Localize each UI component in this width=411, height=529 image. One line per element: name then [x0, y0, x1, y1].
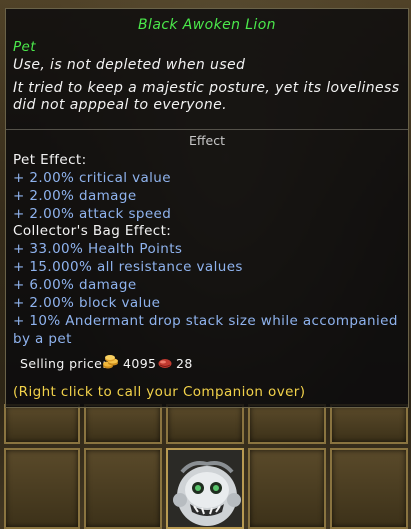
item-description-line2: did not apppeal to everyone.: [13, 97, 228, 113]
companion-hint: (Right click to call your Companion over…: [13, 384, 306, 400]
pet-effect-line: + 2.00% critical value: [13, 170, 171, 186]
black-lion-pet-icon: [168, 450, 242, 527]
item-tooltip: Black Awoken Lion Pet Use, is not deplet…: [5, 8, 409, 408]
bag-effect-line: + 33.00% Health Points: [13, 241, 183, 257]
inventory-slot[interactable]: [248, 404, 326, 444]
pet-effect-header: Pet Effect:: [13, 152, 87, 168]
item-description-line1: It tried to keep a majestic posture, yet…: [13, 80, 400, 96]
bag-effect-line: + 15.000% all resistance values: [13, 259, 243, 275]
effect-header: Effect: [189, 133, 225, 148]
ruby-icon: [158, 359, 172, 368]
ruby-amount: 28: [176, 356, 193, 371]
pet-effect-line: + 2.00% damage: [13, 188, 137, 204]
bag-effect-line: + 6.00% damage: [13, 277, 137, 293]
bag-effect-line: + 10% Andermant drop stack size while ac…: [13, 313, 398, 329]
item-title: Black Awoken Lion: [138, 17, 276, 33]
item-category: Pet: [13, 39, 36, 55]
gold-coins-icon: [103, 355, 118, 369]
gold-amount: 4095: [123, 356, 157, 371]
inventory-slot[interactable]: [248, 448, 326, 529]
inventory-slot[interactable]: [84, 404, 162, 444]
bag-effect-header: Collector's Bag Effect:: [13, 223, 172, 239]
pet-effect-line: + 2.00% attack speed: [13, 206, 172, 222]
inventory-slot[interactable]: [330, 448, 408, 529]
inventory-slot[interactable]: [166, 404, 244, 444]
item-usage: Use, is not depleted when used: [13, 57, 246, 73]
inventory-slot[interactable]: [4, 404, 80, 444]
tooltip-divider: [6, 129, 408, 130]
selling-price-label: Selling price:: [20, 356, 107, 371]
inventory-slot[interactable]: [4, 448, 80, 529]
bag-effect-line: by a pet: [13, 331, 72, 347]
inventory-slot[interactable]: [330, 404, 408, 444]
bag-effect-line: + 2.00% block value: [13, 295, 161, 311]
inventory-slot-black-lion[interactable]: [166, 448, 244, 529]
inventory-slot[interactable]: [84, 448, 162, 529]
